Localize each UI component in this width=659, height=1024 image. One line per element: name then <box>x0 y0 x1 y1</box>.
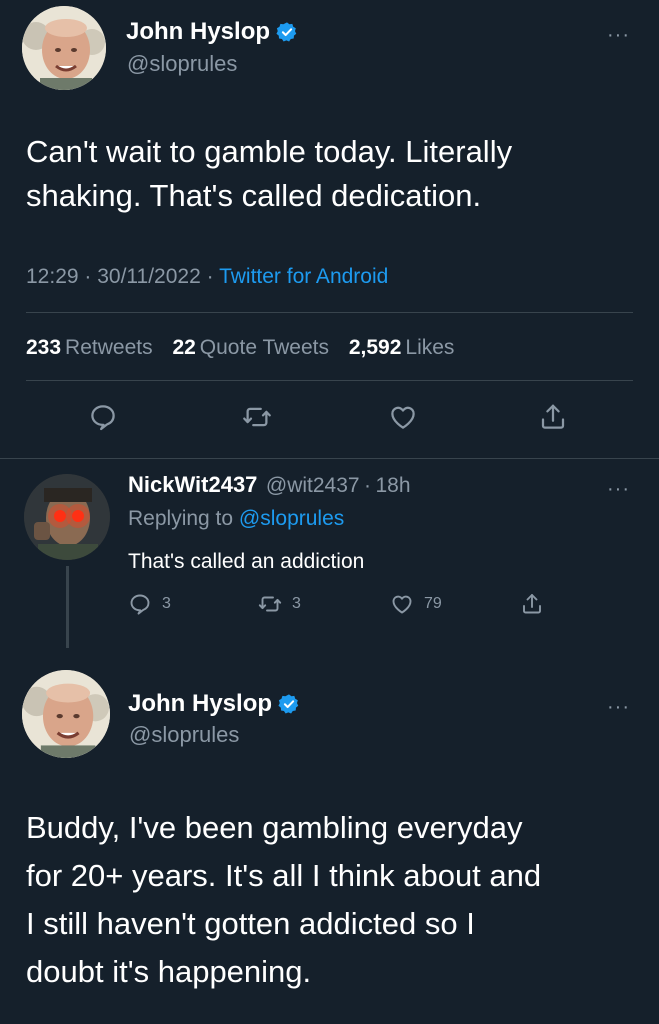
likes-label: Likes <box>405 336 455 359</box>
heart-icon[interactable] <box>390 592 414 616</box>
reply-share-action[interactable] <box>520 592 544 616</box>
heart-icon[interactable] <box>388 402 418 432</box>
avatar[interactable] <box>22 6 106 90</box>
tweet-meta: 12:29 · 30/11/2022 · Twitter for Android <box>26 265 388 289</box>
likes-count: 2,592 <box>348 336 402 359</box>
meta-separator: · <box>364 474 372 497</box>
reply-author-handle[interactable]: @wit2437 <box>266 474 360 497</box>
verified-badge-icon <box>278 693 300 715</box>
tweet-text-line: for 20+ years. It's all I think about an… <box>26 858 542 893</box>
meta-separator: · <box>206 265 220 288</box>
tweet-date[interactable]: 30/11/2022 <box>97 265 201 288</box>
likes-stat[interactable]: 2,592 Likes <box>349 336 455 359</box>
author-handle[interactable]: @sloprules <box>129 722 239 748</box>
replying-to: Replying to @sloprules <box>128 507 344 531</box>
reply-icon[interactable] <box>88 402 118 432</box>
share-icon[interactable] <box>538 402 568 432</box>
replying-mention[interactable]: @sloprules <box>239 507 344 530</box>
retweets-label: Retweets <box>65 336 153 359</box>
more-icon[interactable]: ··· <box>607 25 630 45</box>
thread-line <box>66 566 69 648</box>
tweet-text: Can't wait to gamble today. Literally sh… <box>26 134 513 213</box>
tweet-source[interactable]: Twitter for Android <box>219 265 388 288</box>
retweet-count: 3 <box>292 595 301 612</box>
quotes-label: Quote Tweets <box>199 336 329 359</box>
tweet-text-line: I still haven't gotten addicted so I <box>26 906 475 941</box>
retweet-icon[interactable] <box>258 592 282 616</box>
quotes-count: 22 <box>172 336 196 359</box>
divider <box>26 312 633 313</box>
divider <box>0 458 659 459</box>
retweets-stat[interactable]: 233 Retweets <box>26 336 153 359</box>
share-icon[interactable] <box>520 592 544 616</box>
tweet-time[interactable]: 12:29 <box>26 265 79 288</box>
tweet-text-line: doubt it's happening. <box>26 954 312 989</box>
replying-prefix: Replying to <box>128 507 234 530</box>
author-name-text[interactable]: John Hyslop <box>126 18 270 46</box>
retweet-icon[interactable] <box>242 402 272 432</box>
reply-like-action[interactable]: 79 <box>390 592 442 616</box>
verified-badge-icon <box>276 21 298 43</box>
author-name[interactable]: John Hyslop <box>128 690 300 718</box>
author-handle[interactable]: @sloprules <box>127 51 237 77</box>
tweet-text: Buddy, I've been gambling everyday for 2… <box>26 804 646 996</box>
avatar[interactable] <box>24 474 110 560</box>
reply-time[interactable]: 18h <box>375 474 410 497</box>
divider <box>26 380 633 381</box>
tweet-stats: 233 Retweets 22 Quote Tweets 2,592 Likes <box>26 336 454 360</box>
like-count: 79 <box>424 595 442 612</box>
meta-separator: · <box>84 265 98 288</box>
reply-icon[interactable] <box>128 592 152 616</box>
reply-text: That's called an addiction <box>128 550 365 573</box>
reply-reply-action[interactable]: 3 <box>128 592 171 616</box>
more-icon[interactable]: ··· <box>607 479 630 499</box>
quotes-stat[interactable]: 22 Quote Tweets <box>172 336 329 359</box>
reply-retweet-action[interactable]: 3 <box>258 592 301 616</box>
author-name[interactable]: John Hyslop <box>126 18 298 46</box>
reply-count: 3 <box>162 595 171 612</box>
avatar[interactable] <box>22 670 110 758</box>
retweets-count: 233 <box>26 336 62 359</box>
author-name-text[interactable]: John Hyslop <box>128 690 272 718</box>
tweet-text-line: Buddy, I've been gambling everyday <box>26 810 523 845</box>
more-icon[interactable]: ··· <box>607 697 630 717</box>
reply-header: NickWit2437 @wit2437 · 18h <box>128 472 411 498</box>
reply-author-name[interactable]: NickWit2437 <box>128 472 257 497</box>
